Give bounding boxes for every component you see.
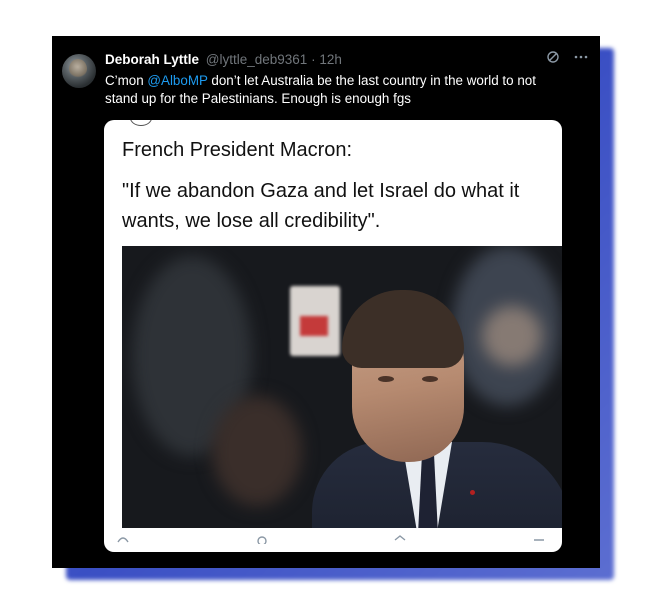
card-quote: "If we abandon Gaza and let Israel do wh…: [122, 180, 520, 232]
author-name[interactable]: Deborah Lyttle: [105, 52, 199, 67]
lapel-pin: [470, 490, 475, 495]
media-card[interactable]: French President Macron: "If we abandon …: [104, 120, 562, 552]
reply-icon[interactable]: [116, 532, 130, 548]
retweet-icon[interactable]: [255, 532, 269, 548]
background-hand: [482, 306, 542, 366]
tweet-text-start: C’mon: [105, 73, 148, 88]
timestamp[interactable]: 12h: [319, 52, 342, 67]
tweet-text: C’mon @AlboMP don’t let Australia be the…: [105, 72, 565, 108]
card-title: French President Macron:: [122, 139, 353, 161]
tweet-actions-top: [536, 50, 588, 68]
separator: ·: [311, 52, 316, 67]
tweet-screenshot: Deborah Lyttle @lyttle_deb9361 · 12h C’m…: [52, 36, 600, 568]
card-edge-fragment: [130, 120, 152, 126]
author-handle[interactable]: @lyttle_deb9361: [206, 52, 308, 67]
background-figure: [212, 396, 302, 506]
card-bottom-actions: [116, 532, 546, 548]
right-eye: [422, 376, 438, 382]
grok-icon[interactable]: [546, 50, 560, 68]
macron-photo[interactable]: [122, 246, 562, 528]
like-icon[interactable]: [393, 532, 407, 548]
tweet-header: Deborah Lyttle @lyttle_deb9361 · 12h: [105, 52, 342, 67]
mention-link[interactable]: @AlboMP: [147, 73, 207, 88]
avatar[interactable]: [62, 54, 96, 88]
more-icon[interactable]: [574, 50, 588, 68]
hair: [342, 290, 464, 368]
share-icon[interactable]: [532, 532, 546, 548]
left-eye: [378, 376, 394, 382]
background-badge: [290, 286, 340, 356]
